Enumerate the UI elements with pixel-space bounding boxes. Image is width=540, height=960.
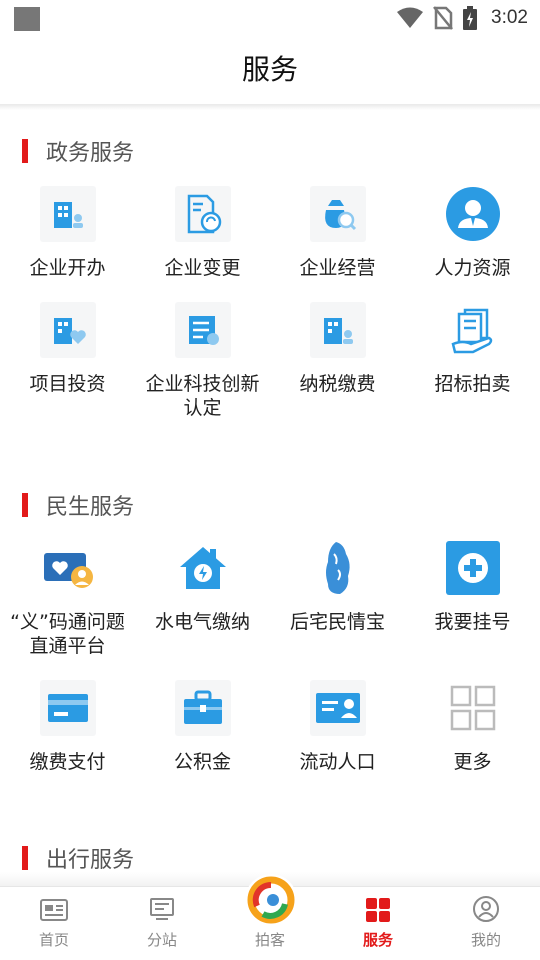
service-label: 企业变更 xyxy=(164,257,241,279)
app-header: 服务 xyxy=(0,36,540,104)
section-accent-bar xyxy=(22,139,28,163)
service-item-tech-innovation[interactable]: 企业科技创新认定 xyxy=(135,302,270,420)
nav-item-services[interactable]: 服务 xyxy=(324,887,432,960)
service-label: 缴费支付 xyxy=(29,751,106,773)
newspaper-icon xyxy=(40,899,68,921)
id-card-icon xyxy=(309,680,366,736)
card-icon xyxy=(39,680,96,736)
header-divider xyxy=(0,104,540,110)
nav-label: 首页 xyxy=(38,931,69,949)
briefcase-icon xyxy=(174,680,231,736)
section-accent-bar xyxy=(22,846,28,870)
section-title-government: 政务服务 xyxy=(22,136,134,166)
service-label: 项目投资 xyxy=(29,373,106,395)
section-title-travel: 出行服务 xyxy=(22,843,134,873)
profile-icon xyxy=(473,896,499,922)
building-user-icon xyxy=(309,302,366,358)
nav-label: 服务 xyxy=(362,931,393,949)
service-label: 水电气缴纳 xyxy=(154,611,250,633)
service-label: 人力资源 xyxy=(434,257,511,279)
medical-plus-icon xyxy=(445,540,501,596)
page-title: 服务 xyxy=(241,53,298,86)
nav-item-home[interactable]: 首页 xyxy=(0,887,108,960)
service-item-housing-fund[interactable]: 公积金 xyxy=(135,680,270,774)
service-label: 企业科技创新认定 xyxy=(145,373,260,419)
service-item-more[interactable]: 更多 xyxy=(405,680,540,774)
service-label: 我要挂号 xyxy=(434,611,511,633)
service-row: 缴费支付 公积金 流动人口 更多 xyxy=(0,680,540,774)
battery-icon xyxy=(463,6,478,30)
nav-label: 我的 xyxy=(470,931,501,949)
status-time: 3:02 xyxy=(491,7,528,28)
service-item-fee-payment[interactable]: 缴费支付 xyxy=(0,680,135,774)
apps-icon xyxy=(366,898,390,922)
station-icon xyxy=(150,898,174,920)
service-item-business-change[interactable]: 企业变更 xyxy=(135,186,270,280)
document-refresh-icon xyxy=(174,186,231,242)
status-icons: 3:02 xyxy=(397,6,528,30)
hand-documents-icon xyxy=(445,302,501,358)
service-label: 招标拍卖 xyxy=(434,373,511,395)
service-label: 后宅民情宝 xyxy=(289,611,385,633)
service-label: 流动人口 xyxy=(299,751,376,773)
service-item-bidding-auction[interactable]: 招标拍卖 xyxy=(405,302,540,420)
service-item-business-operation[interactable]: 企业经营 xyxy=(270,186,405,280)
section-label: 出行服务 xyxy=(46,848,135,873)
service-label: 更多 xyxy=(453,751,492,773)
notification-icon xyxy=(14,7,40,31)
service-label: 企业经营 xyxy=(299,257,376,279)
section-title-livelihood: 民生服务 xyxy=(22,490,134,520)
service-row: 项目投资 企业科技创新认定 纳税缴费 招标拍卖 xyxy=(0,302,540,420)
nav-label: 拍客 xyxy=(254,931,285,949)
nav-label: 分站 xyxy=(146,931,177,949)
stone-icon xyxy=(310,540,366,596)
service-label: “义”码通问题直通平台 xyxy=(10,611,125,657)
service-label: 纳税缴费 xyxy=(299,373,376,395)
building-icon xyxy=(39,186,96,242)
service-item-human-resources[interactable]: 人力资源 xyxy=(405,186,540,280)
service-item-floating-population[interactable]: 流动人口 xyxy=(270,680,405,774)
service-row: 企业开办 企业变更 企业经营 人力资源 xyxy=(0,186,540,280)
service-label: 公积金 xyxy=(173,751,231,773)
section-label: 民生服务 xyxy=(46,495,135,520)
service-item-yi-code-platform[interactable]: “义”码通问题直通平台 xyxy=(0,540,135,658)
nav-item-profile[interactable]: 我的 xyxy=(432,887,540,960)
service-item-register-appointment[interactable]: 我要挂号 xyxy=(405,540,540,658)
building-heart-icon xyxy=(39,302,96,358)
house-bolt-icon xyxy=(175,540,231,596)
grid-icon xyxy=(445,680,501,736)
person-icon xyxy=(445,186,501,242)
service-item-business-setup[interactable]: 企业开办 xyxy=(0,186,135,280)
money-bag-icon xyxy=(309,186,366,242)
server-icon xyxy=(174,302,231,358)
service-item-tax-payment[interactable]: 纳税缴费 xyxy=(270,302,405,420)
wifi-icon xyxy=(397,7,424,28)
service-item-houzhai-minqingbao[interactable]: 后宅民情宝 xyxy=(270,540,405,658)
status-bar: 3:02 xyxy=(0,0,540,36)
heart-card-icon xyxy=(40,540,96,596)
nav-item-station[interactable]: 分站 xyxy=(108,887,216,960)
service-label: 企业开办 xyxy=(29,257,106,279)
section-accent-bar xyxy=(22,493,28,517)
service-row: “义”码通问题直通平台 水电气缴纳 后宅民情宝 我要挂号 xyxy=(0,540,540,658)
section-label: 政务服务 xyxy=(46,141,135,166)
camera-logo-icon[interactable] xyxy=(245,874,297,926)
service-item-project-investment[interactable]: 项目投资 xyxy=(0,302,135,420)
service-item-utilities-payment[interactable]: 水电气缴纳 xyxy=(135,540,270,658)
no-sim-icon xyxy=(433,6,453,30)
